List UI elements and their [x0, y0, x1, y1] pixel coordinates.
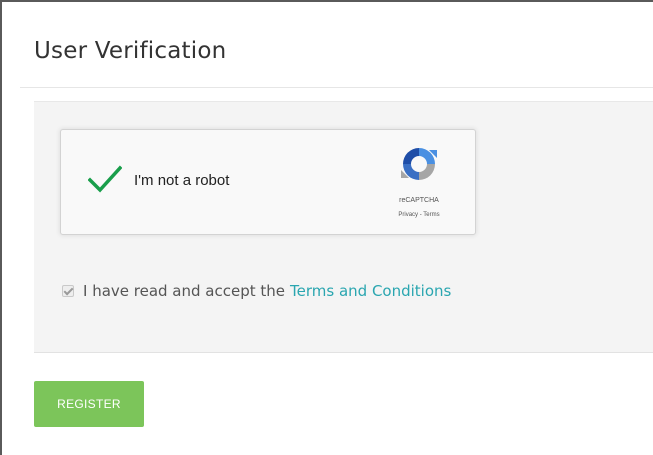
- checkbox-checked-icon[interactable]: [62, 285, 74, 297]
- verification-panel: I'm not a robot reCAPTCHA Privacy - Term…: [34, 101, 653, 353]
- recaptcha-terms-link[interactable]: Terms: [423, 212, 439, 218]
- terms-text: I have read and accept the: [83, 282, 286, 300]
- check-icon[interactable]: [88, 165, 122, 193]
- recaptcha-widget: I'm not a robot reCAPTCHA Privacy - Term…: [60, 129, 476, 235]
- recaptcha-logo-icon: [401, 148, 437, 180]
- recaptcha-brand-label: reCAPTCHA: [399, 197, 439, 204]
- verification-page: User Verification I'm not a robot reCAPT…: [0, 0, 653, 455]
- recaptcha-links: Privacy - Terms: [379, 212, 459, 218]
- terms-and-conditions-link[interactable]: Terms and Conditions: [290, 282, 451, 300]
- title-divider: [20, 87, 653, 88]
- recaptcha-privacy-link[interactable]: Privacy: [398, 212, 418, 218]
- terms-row: I have read and accept the Terms and Con…: [62, 282, 451, 300]
- register-button[interactable]: REGISTER: [34, 381, 144, 427]
- captcha-label: I'm not a robot: [134, 172, 230, 189]
- page-title: User Verification: [34, 38, 227, 64]
